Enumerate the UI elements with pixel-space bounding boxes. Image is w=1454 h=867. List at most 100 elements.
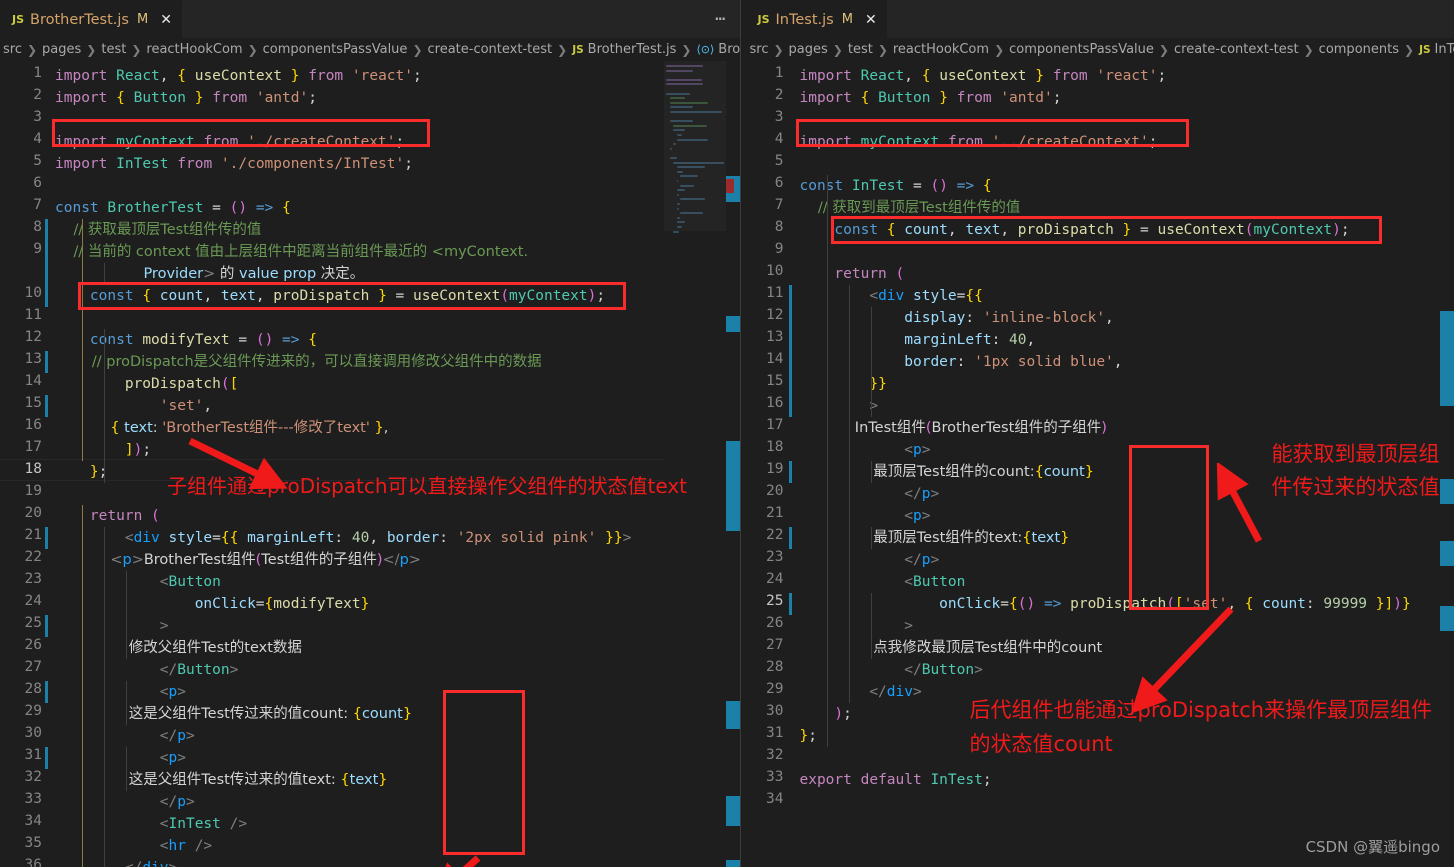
breadcrumb-item[interactable]: create-context-test [1174, 42, 1299, 57]
code-line[interactable]: import { Button } from 'antd'; [55, 87, 317, 109]
tab-brothertest-js[interactable]: JS BrotherTest.js M ✕ [0, 0, 183, 38]
line-number: 13 [766, 329, 784, 345]
code-line[interactable]: > [799, 615, 913, 637]
code-line[interactable]: import { Button } from 'antd'; [799, 87, 1061, 109]
close-icon[interactable]: ✕ [859, 12, 877, 28]
code-line[interactable]: <hr /> [55, 835, 212, 857]
breadcrumb-item[interactable]: test [848, 42, 873, 57]
breadcrumb-item[interactable]: pages [42, 42, 81, 57]
code-line[interactable]: </p> [799, 549, 939, 571]
code-line[interactable]: Provider> 的 value prop 决定。 [125, 263, 364, 285]
breadcrumb-item[interactable]: reactHookCom [146, 42, 242, 57]
breadcrumb-item[interactable]: test [101, 42, 126, 57]
code-line[interactable]: 最顶层Test组件的text:{text} [799, 527, 1069, 549]
code-line[interactable]: border: '1px solid blue', [799, 351, 1122, 373]
code-line[interactable]: const { count, text, proDispatch } = use… [55, 285, 605, 307]
code-line[interactable]: const modifyText = () => { [55, 329, 317, 351]
code-line[interactable]: marginLeft: 40, [799, 329, 1035, 351]
line-number: 21 [24, 527, 42, 543]
code-line[interactable]: onClick={modifyText} [55, 593, 370, 615]
js-file-icon: JS [1419, 43, 1431, 56]
code-line[interactable]: 点我修改最顶层Test组件中的count [799, 637, 1102, 659]
left-overview-ruler[interactable] [726, 61, 741, 867]
code-line[interactable]: import myContext from './createContext'; [55, 131, 404, 153]
code-line[interactable]: }; [799, 725, 816, 747]
left-editor[interactable]: 1 import React, { useContext } from 'reac… [0, 61, 741, 867]
code-line[interactable]: display: 'inline-block', [799, 307, 1114, 329]
code-line[interactable]: export default InTest; [799, 769, 991, 791]
code-line[interactable]: <p> [55, 747, 186, 769]
code-line[interactable]: <Button [55, 571, 221, 593]
overview-ruler-mark [1440, 311, 1454, 406]
code-line[interactable]: </p> [55, 791, 195, 813]
breadcrumb-symbol[interactable]: BrotherTest [718, 42, 740, 57]
left-minimap[interactable] [664, 61, 727, 867]
code-line[interactable]: > [799, 395, 878, 417]
code-line[interactable]: <p>BrotherTest组件(Test组件的子组件)</p> [55, 549, 421, 571]
line-number: 5 [774, 153, 784, 169]
code-line[interactable]: 最顶层Test组件的count:{count} [799, 461, 1094, 483]
code-line[interactable]: // proDispatch是父组件传进来的，可以直接调用修改父组件中的数据 [55, 351, 542, 373]
code-line[interactable]: <p> [799, 439, 930, 461]
line-number: 32 [766, 747, 784, 763]
code-line[interactable]: const { count, text, proDispatch } = use… [799, 219, 1349, 241]
breadcrumb-item[interactable]: reactHookCom [893, 42, 989, 57]
breadcrumb-item[interactable]: componentsPassValue [1009, 42, 1154, 57]
left-code-area[interactable]: 1 import React, { useContext } from 'reac… [0, 61, 741, 867]
code-line[interactable]: import React, { useContext } from 'react… [799, 65, 1166, 87]
code-line[interactable]: <Button [799, 571, 965, 593]
indent-guide [82, 219, 83, 461]
breadcrumb-file[interactable]: InTest.js [1435, 42, 1454, 57]
minimap-slider[interactable] [664, 61, 727, 231]
chevron-right-icon: ❯ [412, 42, 423, 57]
left-breadcrumb: src ❯ pages ❯ test ❯ reactHookCom ❯ comp… [0, 38, 741, 61]
code-line[interactable]: return ( [55, 505, 160, 527]
indent-guide [827, 175, 829, 747]
right-overview-ruler[interactable] [1440, 61, 1454, 867]
code-line[interactable]: return ( [799, 263, 904, 285]
close-icon[interactable]: ✕ [154, 12, 172, 28]
breadcrumb-item[interactable]: components [1319, 42, 1399, 57]
code-line[interactable]: </div> [55, 857, 177, 867]
code-line[interactable]: > [55, 615, 169, 637]
indent-guide [104, 527, 105, 867]
code-line[interactable]: import myContext from '../createContext'… [799, 131, 1157, 153]
chevron-right-icon: ❯ [773, 42, 784, 57]
code-line[interactable]: </p> [799, 483, 939, 505]
chevron-right-icon: ❯ [86, 42, 97, 57]
code-line[interactable]: 修改父组件Test的text数据 [55, 637, 302, 659]
breadcrumb-file[interactable]: BrotherTest.js [588, 42, 677, 57]
breadcrumb-item[interactable]: src [749, 42, 768, 57]
breadcrumb-item[interactable]: create-context-test [428, 42, 553, 57]
code-line[interactable]: <InTest /> [55, 813, 247, 835]
code-line[interactable]: onClick={() => proDispatch(['set', { cou… [799, 593, 1411, 615]
code-line[interactable]: <p> [55, 681, 186, 703]
code-line[interactable]: // 当前的 context 值由上层组件中距离当前组件最近的 <myConte… [55, 241, 528, 263]
code-line[interactable]: </div> [799, 681, 921, 703]
breadcrumb-item[interactable]: src [3, 42, 22, 57]
code-line[interactable]: <p> [799, 505, 930, 527]
code-line[interactable]: // 获取最顶层Test组件传的值 [55, 219, 261, 241]
code-line[interactable]: // 获取到最顶层Test组件传的值 [799, 197, 1020, 219]
code-line[interactable]: }} [799, 373, 886, 395]
chevron-right-icon: ❯ [247, 42, 258, 57]
more-actions-icon[interactable]: ⋯ [715, 0, 740, 38]
tab-intest-js[interactable]: JS InTest.js M ✕ [741, 0, 888, 38]
code-line[interactable]: import InTest from './components/InTest'… [55, 153, 413, 175]
indent-guide [104, 329, 105, 483]
code-line[interactable]: <div style={{ marginLeft: 40, border: '2… [55, 527, 631, 549]
code-line[interactable]: const BrotherTest = () => { [55, 197, 291, 219]
code-line[interactable]: InTest组件(BrotherTest组件的子组件) [799, 417, 1107, 439]
code-line[interactable]: 'set', [55, 395, 212, 417]
breadcrumb-item[interactable]: pages [789, 42, 828, 57]
right-editor[interactable]: 1 import React, { useContext } from 'reac… [741, 61, 1454, 867]
code-line[interactable]: </p> [55, 725, 195, 747]
code-line[interactable]: ); [799, 703, 851, 725]
line-number: 4 [33, 131, 42, 147]
code-line[interactable]: import React, { useContext } from 'react… [55, 65, 422, 87]
line-number: 7 [774, 197, 784, 213]
breadcrumb-item[interactable]: componentsPassValue [263, 42, 408, 57]
code-line[interactable]: 这是父组件Test传过来的值count: {count} [55, 703, 412, 725]
line-number: 8 [33, 219, 42, 235]
code-line[interactable]: }; [55, 461, 107, 483]
